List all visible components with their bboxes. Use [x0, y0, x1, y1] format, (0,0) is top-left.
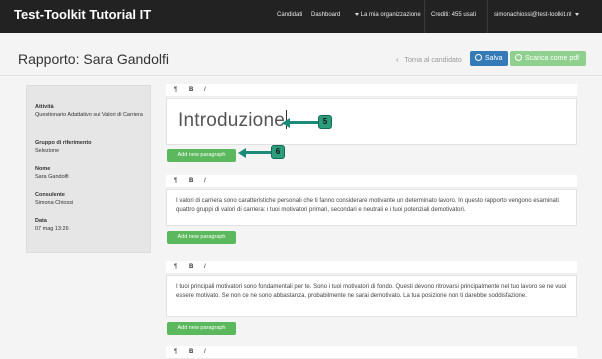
intro-heading-label: Introduzione [178, 110, 285, 131]
consultant-value: Simona Chiossi [35, 199, 74, 206]
page-title: Rapporto: Sara Gandolfi [18, 51, 169, 67]
italic-button[interactable]: I [204, 87, 206, 93]
bold-button[interactable]: B [189, 87, 193, 93]
credits-text: Crediti: 455 usati [431, 12, 477, 18]
bold-button[interactable]: B [189, 349, 193, 355]
nav-dashboard[interactable]: Dashboard [311, 12, 340, 18]
italic-button[interactable]: I [204, 264, 206, 270]
save-button[interactable]: Salva [470, 51, 508, 66]
editor-toolbar: ¶ B I [166, 261, 577, 274]
editor-toolbar: ¶ B I [166, 346, 577, 359]
add-paragraph-button[interactable]: Add new paragraph [167, 322, 236, 335]
callout-badge-5: 5 [318, 115, 332, 129]
chevron-left-icon: ‹ [396, 55, 399, 64]
group-label: Gruppo di riferimento [35, 140, 92, 146]
add-paragraph-button[interactable]: Add new paragraph [167, 231, 236, 244]
brand-title[interactable]: Test-Toolkit Tutorial IT [14, 7, 151, 22]
info-date: Data 07 mag 13:26 [35, 218, 147, 233]
paragraph-editor[interactable]: I tuoi principali motivatori sono fondam… [166, 275, 577, 317]
info-activity: Attività Questionario Adattativo sui Val… [35, 104, 147, 119]
bold-button[interactable]: B [189, 178, 193, 184]
nav-divider [424, 0, 425, 33]
nav-organizzazione[interactable]: La mia organizzazione [353, 12, 421, 18]
paragraph-text: I valori di carriera sono caratteristich… [176, 198, 559, 213]
activity-label: Attività [35, 104, 54, 110]
italic-button[interactable]: I [204, 178, 206, 184]
user-email: simonachiossi@test-toolkit.nl [494, 12, 572, 18]
paragraph-button[interactable]: ¶ [174, 264, 177, 270]
save-label: Salva [485, 55, 503, 62]
nav-candidati[interactable]: Candidati [277, 12, 302, 18]
nav-organizzazione-label: La mia organizzazione [360, 12, 421, 18]
name-label: Nome [35, 166, 51, 172]
caret-down-icon [355, 12, 359, 16]
download-icon [515, 54, 522, 61]
paragraph-button[interactable]: ¶ [174, 87, 177, 93]
callout-badge-6: 6 [271, 145, 285, 159]
intro-heading-text: Introduzione [178, 110, 287, 132]
download-label: Scarica come pdf [525, 55, 580, 62]
report-info-panel: Attività Questionario Adattativo sui Val… [26, 85, 151, 253]
consultant-label: Consulente [35, 192, 65, 198]
italic-button[interactable]: I [204, 349, 206, 355]
header-divider [0, 75, 602, 76]
paragraph-button[interactable]: ¶ [174, 178, 177, 184]
paragraph-editor[interactable]: I valori di carriera sono caratteristich… [166, 189, 577, 226]
bold-button[interactable]: B [189, 264, 193, 270]
callout-arrow [245, 151, 272, 154]
editor-toolbar: ¶ B I [166, 84, 577, 97]
date-value: 07 mag 13:26 [35, 225, 69, 232]
download-pdf-button[interactable]: Scarica come pdf [510, 51, 586, 66]
intro-heading-editor[interactable]: Introduzione [166, 98, 577, 145]
info-group: Gruppo di riferimento Selezione [35, 140, 147, 155]
nav-divider [487, 0, 488, 33]
editor-toolbar: ¶ B I [166, 175, 577, 188]
info-consultant: Consulente Simona Chiossi [35, 192, 147, 207]
paragraph-button[interactable]: ¶ [174, 349, 177, 355]
date-label: Data [35, 218, 47, 224]
top-navbar: Test-Toolkit Tutorial IT Candidati Dashb… [0, 0, 602, 33]
name-value: Sara Gandolfi [35, 173, 69, 180]
save-icon [475, 54, 482, 61]
caret-down-icon [575, 12, 580, 16]
user-menu[interactable]: simonachiossi@test-toolkit.nl [494, 12, 580, 18]
info-name: Nome Sara Gandolfi [35, 166, 147, 181]
paragraph-text: I tuoi principali motivatori sono fondam… [176, 284, 567, 299]
add-paragraph-button[interactable]: Add new paragraph [167, 149, 236, 162]
back-to-candidate-link[interactable]: ‹ Torna al candidato [396, 55, 462, 64]
group-value: Selezione [35, 147, 60, 154]
activity-value: Questionario Adattativo sui Valori di Ca… [35, 111, 143, 118]
back-link-label: Torna al candidato [404, 57, 462, 64]
callout-arrow [289, 121, 319, 124]
